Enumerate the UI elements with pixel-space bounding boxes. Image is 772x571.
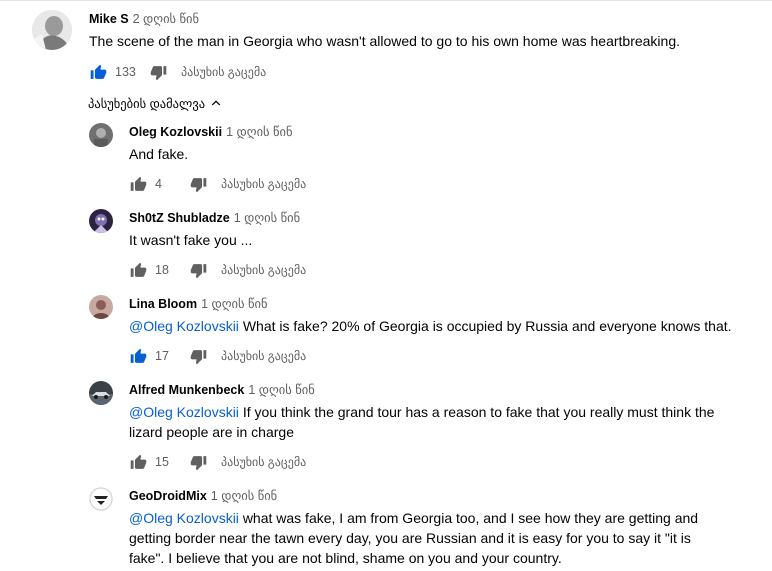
thumbs-down-icon — [190, 349, 206, 364]
thumbs-down-icon — [190, 263, 206, 278]
mention-link[interactable]: @Oleg Kozlovskii — [129, 510, 239, 526]
comment-actions: 133 პასუხის გაცემა — [89, 60, 266, 84]
avatar[interactable] — [89, 123, 113, 147]
like-count: 17 — [155, 349, 169, 363]
dislike-button[interactable] — [189, 347, 207, 365]
reply-button[interactable]: პასუხის გაცემა — [181, 65, 266, 79]
thumbs-down-icon — [150, 65, 166, 80]
like-count: 15 — [155, 455, 169, 469]
reply-button[interactable]: პასუხის გაცემა — [221, 263, 306, 277]
author-name[interactable]: Sh0tZ Shubladze — [129, 211, 230, 225]
reply-comment: Sh0tZ Shubladze 1 დღის წინ It wasn't fake… — [0, 204, 772, 284]
comment-body: What is fake? 20% of Georgia is occupied… — [242, 318, 732, 334]
comment-text: @Oleg Kozlovskii what was fake, I am fro… — [129, 508, 719, 568]
timestamp[interactable]: 1 დღის წინ — [211, 489, 277, 503]
reply-comment: Oleg Kozlovskii 1 დღის წინ And fake. 4 პა… — [0, 118, 772, 198]
dislike-button[interactable] — [149, 63, 167, 81]
reply-comment: GeoDroidMix 1 დღის წინ @Oleg Kozlovskii w… — [0, 482, 772, 571]
like-count: 133 — [115, 65, 136, 79]
hide-replies-toggle[interactable]: პასუხების დამალვა — [88, 94, 223, 112]
avatar[interactable] — [89, 295, 113, 319]
avatar[interactable] — [89, 209, 113, 233]
comment-header: Mike S 2 დღის წინ — [89, 11, 199, 27]
author-name[interactable]: Oleg Kozlovskii — [129, 125, 222, 139]
chevron-up-icon — [211, 100, 221, 106]
like-button[interactable] — [129, 175, 147, 193]
author-name[interactable]: GeoDroidMix — [129, 489, 207, 503]
like-count: 4 — [155, 177, 162, 191]
comment-actions: 17 პასუხის გაცემა — [129, 344, 306, 368]
avatar[interactable] — [32, 10, 72, 50]
comment-header: GeoDroidMix 1 დღის წინ — [129, 488, 277, 504]
thumbs-up-icon — [90, 64, 106, 79]
timestamp[interactable]: 1 დღის წინ — [234, 211, 300, 225]
dislike-button[interactable] — [189, 453, 207, 471]
mention-link[interactable]: @Oleg Kozlovskii — [129, 404, 239, 420]
timestamp[interactable]: 1 დღის წინ — [201, 297, 267, 311]
comment-text: And fake. — [129, 146, 189, 162]
timestamp[interactable]: 1 დღის წინ — [226, 125, 292, 139]
like-button[interactable] — [129, 347, 147, 365]
comment-actions: 15 პასუხის გაცემა — [129, 450, 306, 474]
reply-comment: Lina Bloom 1 დღის წინ @Oleg Kozlovskii Wh… — [0, 290, 772, 370]
dislike-button[interactable] — [189, 261, 207, 279]
comment-header: Alfred Munkenbeck 1 დღის წინ — [129, 382, 315, 398]
avatar[interactable] — [89, 487, 113, 511]
comment-header: Sh0tZ Shubladze 1 დღის წინ — [129, 210, 300, 226]
reply-button[interactable]: პასუხის გაცემა — [221, 455, 306, 469]
thumbs-up-icon — [130, 262, 146, 277]
like-button[interactable] — [129, 261, 147, 279]
thumbs-up-icon — [130, 348, 146, 363]
comment-text: @Oleg Kozlovskii If you think the grand … — [129, 402, 729, 442]
author-name[interactable]: Alfred Munkenbeck — [129, 383, 244, 397]
dislike-button[interactable] — [189, 175, 207, 193]
comment-text: The scene of the man in Georgia who wasn… — [89, 33, 681, 49]
top-comment: Mike S 2 დღის წინ The scene of the man in… — [0, 0, 772, 92]
reply-comment: Alfred Munkenbeck 1 დღის წინ @Oleg Kozlov… — [0, 376, 772, 476]
thumbs-down-icon — [190, 177, 206, 192]
comment-text: It wasn't fake you ... — [129, 232, 253, 248]
comment-header: Oleg Kozlovskii 1 დღის წინ — [129, 124, 293, 140]
like-button[interactable] — [89, 63, 107, 81]
comment-header: Lina Bloom 1 დღის წინ — [129, 296, 267, 312]
thumbs-up-icon — [130, 454, 146, 469]
reply-button[interactable]: პასუხის გაცემა — [221, 349, 306, 363]
comment-actions: 18 პასუხის გაცემა — [129, 258, 306, 282]
comment-actions: 4 პასუხის გაცემა — [129, 172, 306, 196]
thumbs-up-icon — [130, 176, 146, 191]
reply-button[interactable]: პასუხის გაცემა — [221, 177, 306, 191]
timestamp[interactable]: 2 დღის წინ — [133, 12, 199, 26]
mention-link[interactable]: @Oleg Kozlovskii — [129, 318, 239, 334]
author-name[interactable]: Lina Bloom — [129, 297, 197, 311]
avatar[interactable] — [89, 381, 113, 405]
like-count: 18 — [155, 263, 169, 277]
hide-replies-label: პასუხების დამალვა — [88, 96, 206, 111]
timestamp[interactable]: 1 დღის წინ — [248, 383, 314, 397]
thumbs-down-icon — [190, 455, 206, 470]
like-button[interactable] — [129, 453, 147, 471]
comment-text: @Oleg Kozlovskii What is fake? 20% of Ge… — [129, 316, 749, 336]
author-name[interactable]: Mike S — [89, 12, 129, 26]
